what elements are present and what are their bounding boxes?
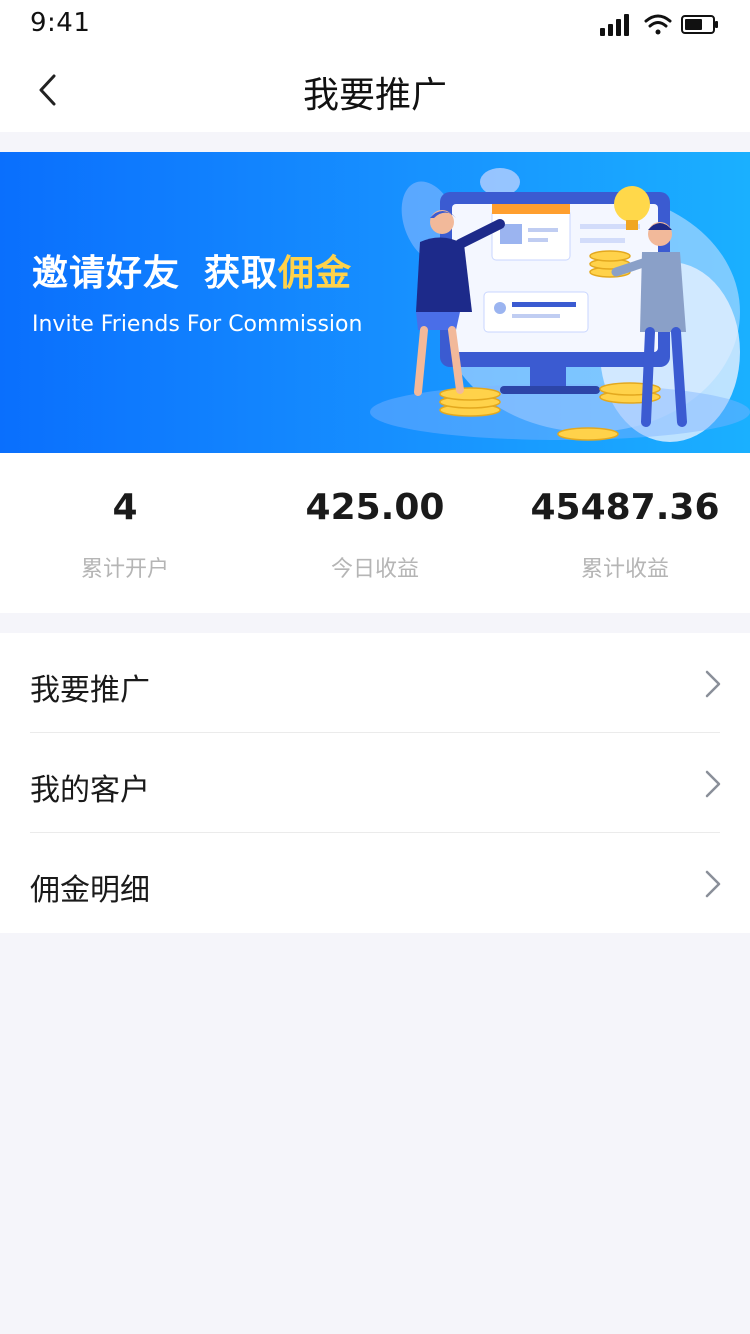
menu-list: 我要推广 我的客户 佣金明细 [0, 633, 750, 933]
menu-item-commission-details[interactable]: 佣金明细 [0, 833, 750, 933]
banner-title-part2: 获取 [204, 253, 279, 294]
page-title: 我要推广 [302, 75, 447, 116]
stats-panel: 4 累计开户 425.00 今日收益 45487.36 累计收益 [0, 453, 750, 613]
stat-label: 累计开户 [80, 557, 169, 582]
status-icons [600, 14, 718, 36]
signal-icon [600, 14, 629, 36]
status-time: 9:41 [30, 8, 91, 38]
chevron-right-icon [705, 870, 721, 898]
stat-value: 4 [112, 487, 138, 528]
menu-item-label: 我的客户 [30, 773, 150, 808]
menu-item-label: 佣金明细 [30, 873, 150, 908]
menu-item-my-customers[interactable]: 我的客户 [0, 733, 750, 833]
menu-item-label: 我要推广 [30, 673, 150, 708]
chevron-right-icon [705, 670, 721, 698]
stat-value: 45487.36 [530, 487, 720, 528]
promo-banner[interactable]: 邀请好友 获取佣金 Invite Friends For Commission [0, 152, 750, 453]
stat-total-earnings: 45487.36 累计收益 [500, 453, 750, 613]
referral-illustration [370, 168, 750, 442]
stat-value: 425.00 [305, 487, 445, 528]
status-bar: 9:41 [0, 0, 750, 48]
stat-label: 今日收益 [330, 557, 419, 582]
battery-icon [681, 15, 718, 34]
banner-title-part1: 邀请好友 [32, 253, 181, 294]
banner-subtitle: Invite Friends For Commission [32, 312, 363, 337]
stat-total-accounts: 4 累计开户 [0, 453, 250, 613]
stat-label: 累计收益 [580, 557, 669, 582]
chevron-right-icon [705, 770, 721, 798]
menu-item-promote[interactable]: 我要推广 [0, 633, 750, 733]
banner-title: 邀请好友 获取佣金 [32, 244, 352, 296]
stat-today-earnings: 425.00 今日收益 [250, 453, 500, 613]
nav-bar: 我要推广 [0, 48, 750, 132]
wifi-icon [644, 14, 672, 35]
banner-title-highlight: 佣金 [278, 253, 353, 294]
